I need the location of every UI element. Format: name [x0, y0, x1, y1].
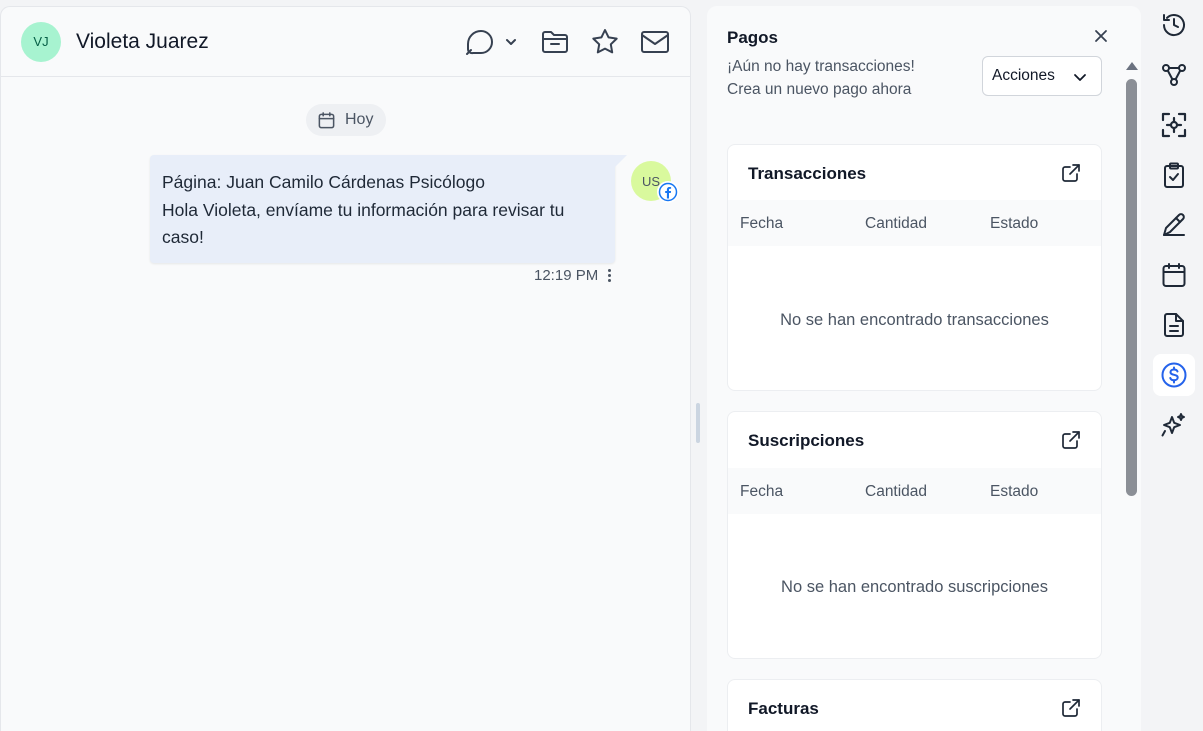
- email-button[interactable]: [640, 27, 670, 57]
- date-separator: Hoy: [306, 104, 386, 136]
- transactions-table-header: Fecha Cantidad Estado: [728, 200, 1101, 246]
- conversation-header: VJ Violeta Juarez: [1, 7, 690, 77]
- message-text: Hola Violeta, envíame tu información par…: [162, 199, 565, 248]
- rail-ai[interactable]: [1153, 404, 1195, 446]
- chevron-down-icon: [504, 35, 518, 49]
- message-bubble[interactable]: Página: Juan Camilo Cárdenas Psicólogo H…: [150, 155, 627, 263]
- chat-bubble-icon: [464, 27, 494, 57]
- actions-dropdown[interactable]: Acciones: [982, 56, 1102, 96]
- payments-panel: Pagos ¡Aún no hay transacciones! Crea un…: [707, 6, 1141, 731]
- facebook-icon: [657, 181, 679, 203]
- header-actions: [464, 27, 670, 57]
- contact-name[interactable]: Violeta Juarez: [76, 30, 209, 54]
- message-page-line: Página: Juan Camilo Cárdenas Psicólogo: [162, 172, 485, 192]
- folder-button[interactable]: [540, 27, 570, 57]
- panel-resize-handle[interactable]: [696, 403, 700, 443]
- message-time: 12:19 PM: [534, 267, 599, 284]
- external-link-icon[interactable]: [1061, 430, 1081, 450]
- external-link-icon[interactable]: [1061, 163, 1081, 183]
- history-icon: [1160, 11, 1188, 39]
- channel-selector[interactable]: [464, 27, 518, 57]
- message-options-icon[interactable]: [606, 269, 612, 282]
- column-fecha: Fecha: [740, 483, 784, 500]
- rail-notes[interactable]: [1153, 204, 1195, 246]
- mail-icon: [640, 27, 670, 57]
- folder-icon: [540, 27, 570, 57]
- dollar-icon: [1160, 361, 1188, 389]
- subscriptions-table-header: Fecha Cantidad Estado: [728, 468, 1101, 514]
- contact-avatar[interactable]: VJ: [21, 21, 61, 62]
- scroll-up-arrow[interactable]: [1126, 62, 1138, 70]
- column-estado: Estado: [990, 215, 1039, 232]
- column-estado: Estado: [990, 483, 1039, 500]
- transactions-title: Transacciones: [748, 164, 867, 183]
- subscriptions-title: Suscripciones: [748, 431, 865, 450]
- payments-title: Pagos: [727, 28, 779, 47]
- column-cantidad: Cantidad: [865, 215, 928, 232]
- rail-ai-scan[interactable]: [1153, 104, 1195, 146]
- rail-appointments[interactable]: [1153, 254, 1195, 296]
- actions-label: Acciones: [992, 67, 1055, 84]
- subscriptions-card: Suscripciones Fecha Cantidad Estado No s…: [727, 411, 1102, 659]
- pen-icon: [1160, 211, 1188, 239]
- star-icon: [590, 27, 620, 57]
- calendar-icon: [317, 111, 336, 130]
- scrollbar-thumb[interactable]: [1126, 79, 1137, 496]
- document-icon: [1160, 311, 1188, 339]
- subscriptions-empty-state: No se han encontrado suscripciones: [781, 578, 1048, 596]
- rail-tasks[interactable]: [1153, 154, 1195, 196]
- calendar-icon: [1160, 261, 1188, 289]
- rail-workflows[interactable]: [1153, 54, 1195, 96]
- sparkles-icon: [1160, 411, 1188, 439]
- column-fecha: Fecha: [740, 215, 784, 232]
- transactions-card: Transacciones Fecha Cantidad Estado No s…: [727, 144, 1102, 391]
- close-icon[interactable]: [1091, 26, 1111, 46]
- message-meta: 12:19 PM: [534, 267, 612, 284]
- workflow-icon: [1160, 61, 1188, 89]
- favorite-button[interactable]: [590, 27, 620, 57]
- ai-scan-icon: [1160, 111, 1188, 139]
- payments-empty-hint: ¡Aún no hay transacciones! Crea un nuevo…: [727, 58, 915, 98]
- invoices-title: Facturas: [748, 699, 819, 718]
- rail-documents[interactable]: [1153, 304, 1195, 346]
- date-label: Hoy: [345, 111, 374, 128]
- rail-history[interactable]: [1153, 4, 1195, 46]
- external-link-icon[interactable]: [1061, 698, 1081, 718]
- rail-payments[interactable]: [1153, 354, 1195, 396]
- right-toolbar: [1149, 0, 1203, 731]
- clipboard-check-icon: [1160, 161, 1188, 189]
- column-cantidad: Cantidad: [865, 483, 928, 500]
- transactions-empty-state: No se han encontrado transacciones: [780, 311, 1049, 329]
- invoices-card: Facturas: [727, 679, 1102, 731]
